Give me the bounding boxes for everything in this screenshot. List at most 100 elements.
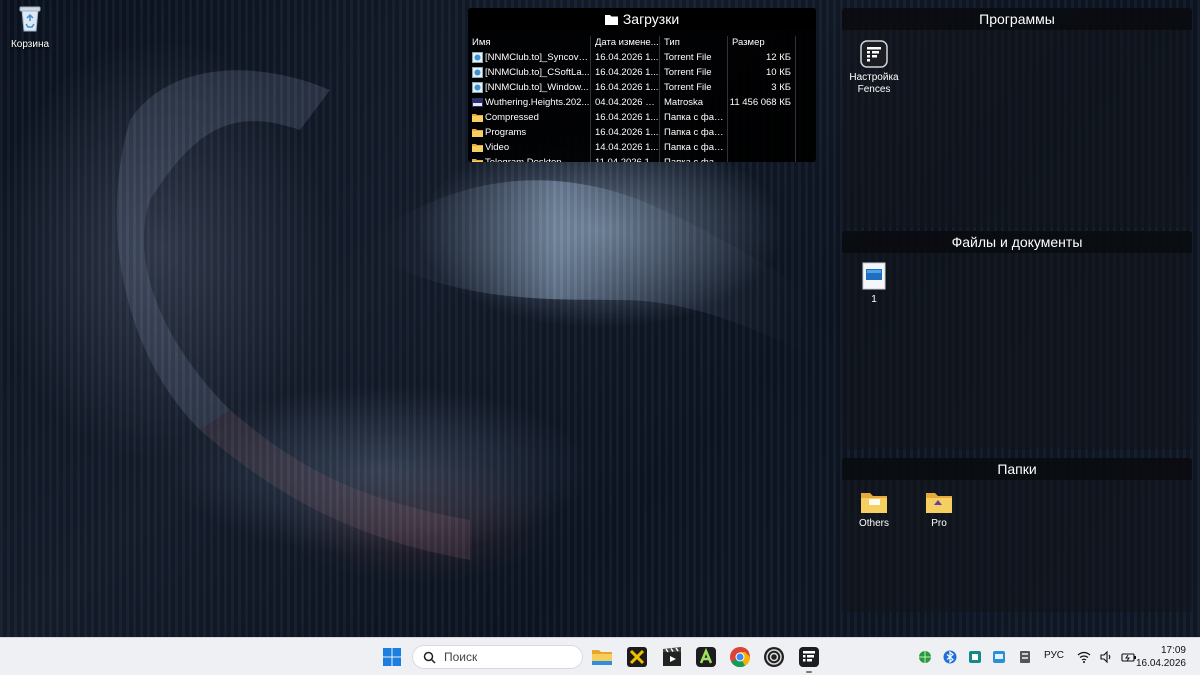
clock-time: 17:09 [1160,645,1186,656]
file-name-cell: Video [468,140,591,155]
remote-desktop-icon [993,651,1005,663]
file-name-cell: Telegram Desktop [468,155,591,162]
windows-start-icon [383,648,401,666]
file-name-cell: [NNMClub.to]_Syncove... [468,50,591,65]
file-size [728,110,796,125]
file-explorer-button[interactable] [590,645,614,669]
folder-icon [604,15,618,25]
file-list-row[interactable]: Video 14.04.2026 1... Папка с фай... [468,140,816,155]
folder-icon [472,157,483,162]
files-documents-fence[interactable]: Файлы и документы 1 [842,231,1192,449]
file-list-row[interactable]: [NNMClub.to]_Window... 16.04.2026 1... Tor… [468,80,816,95]
app-tray-icon [969,651,981,663]
file-date: 16.04.2026 1... [591,80,660,95]
file-name-cell: [NNMClub.to]_CSoftLa... [468,65,591,80]
tray-remote-desktop[interactable] [992,638,1006,675]
file-list-row[interactable]: Telegram Desktop 11.04.2026 1...Папка с ф… [468,155,816,162]
file-type: Папка с фай... [660,125,728,140]
media-player-button[interactable] [660,645,684,669]
file-date: 16.04.2026 1... [591,50,660,65]
recycle-bin-icon [19,6,41,32]
obs-icon [764,647,784,667]
file-1-shortcut[interactable]: 1 [844,262,904,306]
aimp-button[interactable] [694,645,718,669]
media-player-classic-icon [663,647,681,666]
torrent-file-icon [472,82,483,93]
start-button[interactable] [380,645,404,669]
file-list-row[interactable]: [NNMClub.to]_CSoftLa... 16.04.2026 1... To… [468,65,816,80]
file-date: 16.04.2026 1... [591,125,660,140]
tray-storage[interactable] [1018,638,1032,675]
folder-icon [926,493,952,513]
file-name: Wuthering.Heights.202... [485,97,590,108]
fences-icon [799,647,819,667]
files-fence-title[interactable]: Файлы и документы [842,231,1192,253]
folders-fence[interactable]: Папки Others Pro [842,458,1192,612]
column-header-name[interactable]: Имя [468,36,591,50]
file-name: Video [485,142,510,153]
file-date: 16.04.2026 1... [591,110,660,125]
clock-date: 16.04.2026 [1135,658,1186,669]
downloads-file-list[interactable]: Имя Дата измене... Тип Размер [NNMClub.t… [468,36,816,162]
battery-icon [1121,653,1136,662]
xyplorer-button[interactable] [625,645,649,669]
file-list-row[interactable]: Wuthering.Heights.202... 04.04.2026 2:...… [468,95,816,110]
file-size [728,125,796,140]
obs-button[interactable] [762,645,786,669]
folder-icon [472,127,483,138]
file-list-row[interactable]: Programs 16.04.2026 1... Папка с фай... [468,125,816,140]
programs-fence-title[interactable]: Программы [842,8,1192,30]
file-name: [NNMClub.to]_CSoftLa... [485,67,590,78]
file-list-row[interactable]: [NNMClub.to]_Syncove... 16.04.2026 1... To… [468,50,816,65]
file-size: 12 КБ [728,50,796,65]
torrent-file-icon [472,52,483,63]
tray-bluetooth[interactable] [943,638,957,675]
file-name: Compressed [485,112,539,123]
file-size [728,155,796,162]
column-header-type[interactable]: Тип [660,36,728,50]
file-date: 11.04.2026 1... [591,155,660,162]
file-size: 3 КБ [728,80,796,95]
file-size [728,140,796,155]
file-type: Папка с фай... [660,140,728,155]
fences-settings-shortcut[interactable]: Настройка Fences [844,40,904,96]
file-name: Programs [485,127,527,138]
quick-settings[interactable] [1077,638,1137,675]
recycle-bin-shortcut[interactable]: Корзина [8,4,52,50]
folder-icon [861,493,887,513]
programs-fence[interactable]: Программы Настройка Fences [842,8,1192,228]
file-size: 10 КБ [728,65,796,80]
file-list-header: Имя Дата измене... Тип Размер [468,36,816,50]
fences-button[interactable] [797,645,821,669]
folder-icon [472,112,483,123]
tray-app[interactable] [968,638,982,675]
tray-network-globe[interactable] [918,638,932,675]
file-explorer-icon [592,650,612,665]
downloads-fence-header[interactable]: Загрузки [468,8,816,30]
downloads-fence-title: Загрузки [622,11,680,27]
column-header-date[interactable]: Дата измене... [591,36,660,50]
chrome-icon [730,646,751,668]
file-date: 04.04.2026 2:... [591,95,660,110]
file-name: [NNMClub.to]_Window... [485,82,589,93]
file-list-row[interactable]: Compressed 16.04.2026 1... Папка с фай... [468,110,816,125]
fences-settings-icon [860,40,888,68]
file-type: Torrent File [660,65,728,80]
xyplorer-icon [627,647,647,667]
language-indicator[interactable]: РУС [1044,650,1064,661]
fences-settings-label: Настройка Fences [849,72,899,95]
file-date: 14.04.2026 1... [591,140,660,155]
chrome-button[interactable] [728,645,752,669]
folders-fence-title[interactable]: Папки [842,458,1192,480]
folder-others-shortcut[interactable]: Others [844,490,904,530]
file-name-cell: Programs [468,125,591,140]
system-clock[interactable]: 17:09 16.04.2026 [1136,644,1186,670]
column-header-size[interactable]: Размер [728,36,796,50]
bluetooth-icon [943,650,957,664]
file-size: 11 456 068 КБ [728,95,796,110]
folder-pro-shortcut[interactable]: Pro [909,490,969,530]
aimp-icon [696,647,716,667]
file-name-cell: Wuthering.Heights.202... [468,95,591,110]
downloads-fence[interactable]: Загрузки Имя Дата измене... Тип Размер [… [468,8,816,162]
taskbar-search[interactable]: Поиск [412,645,583,669]
